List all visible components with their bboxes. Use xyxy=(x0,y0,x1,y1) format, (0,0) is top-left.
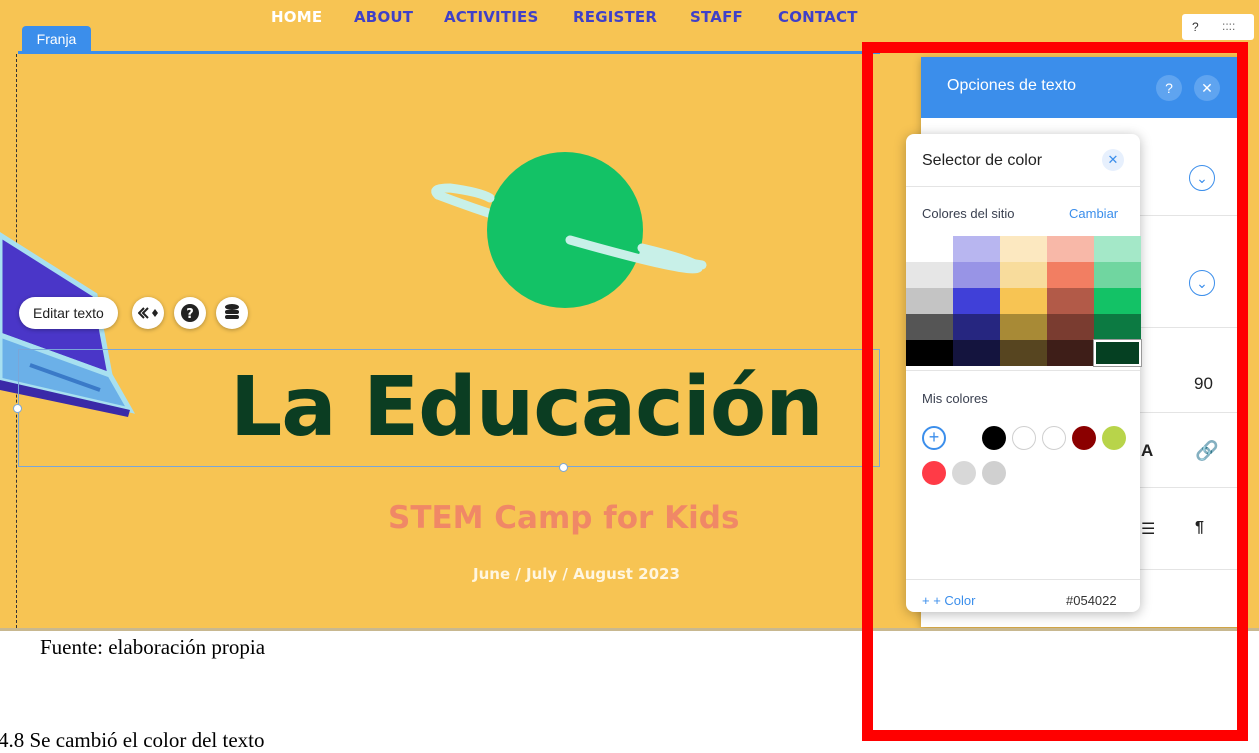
top-right-toolbar[interactable]: ? :::: xyxy=(1182,14,1254,40)
resize-handle-left[interactable] xyxy=(13,404,22,413)
section-heading: 4.8 Se cambió el color del texto xyxy=(0,728,265,752)
nav-home-link[interactable]: HOME xyxy=(271,8,322,26)
strip-selection-line xyxy=(18,51,880,54)
animation-button[interactable] xyxy=(132,297,164,329)
planet-illustration[interactable] xyxy=(420,150,720,310)
drag-grip-icon[interactable]: :::: xyxy=(1222,19,1235,33)
hero-dates[interactable]: June / July / August 2023 xyxy=(473,565,680,583)
hero-heading[interactable]: La Educación xyxy=(230,360,824,455)
animation-icon xyxy=(138,307,158,319)
edit-text-button[interactable]: Editar texto xyxy=(19,297,118,329)
help-button[interactable]: ? xyxy=(174,297,206,329)
help-icon: ? xyxy=(181,304,199,322)
strip-tab[interactable]: Franja xyxy=(22,26,91,52)
resize-handle-bottom[interactable] xyxy=(559,463,568,472)
top-help-button[interactable]: ? xyxy=(1192,20,1199,34)
nav-about-link[interactable]: ABOUT xyxy=(354,8,413,26)
highlight-frame xyxy=(862,42,1248,741)
database-icon xyxy=(225,304,239,319)
nav-staff-link[interactable]: STAFF xyxy=(690,8,743,26)
nav-activities-link[interactable]: ACTIVITIES xyxy=(444,8,538,26)
nav-register-link[interactable]: REGISTER xyxy=(573,8,657,26)
connect-data-button[interactable] xyxy=(216,297,248,329)
figure-source-caption: Fuente: elaboración propia xyxy=(40,635,266,659)
hero-subheading[interactable]: STEM Camp for Kids xyxy=(388,500,739,536)
svg-text:?: ? xyxy=(186,307,194,322)
nav-contact-link[interactable]: CONTACT xyxy=(778,8,858,26)
